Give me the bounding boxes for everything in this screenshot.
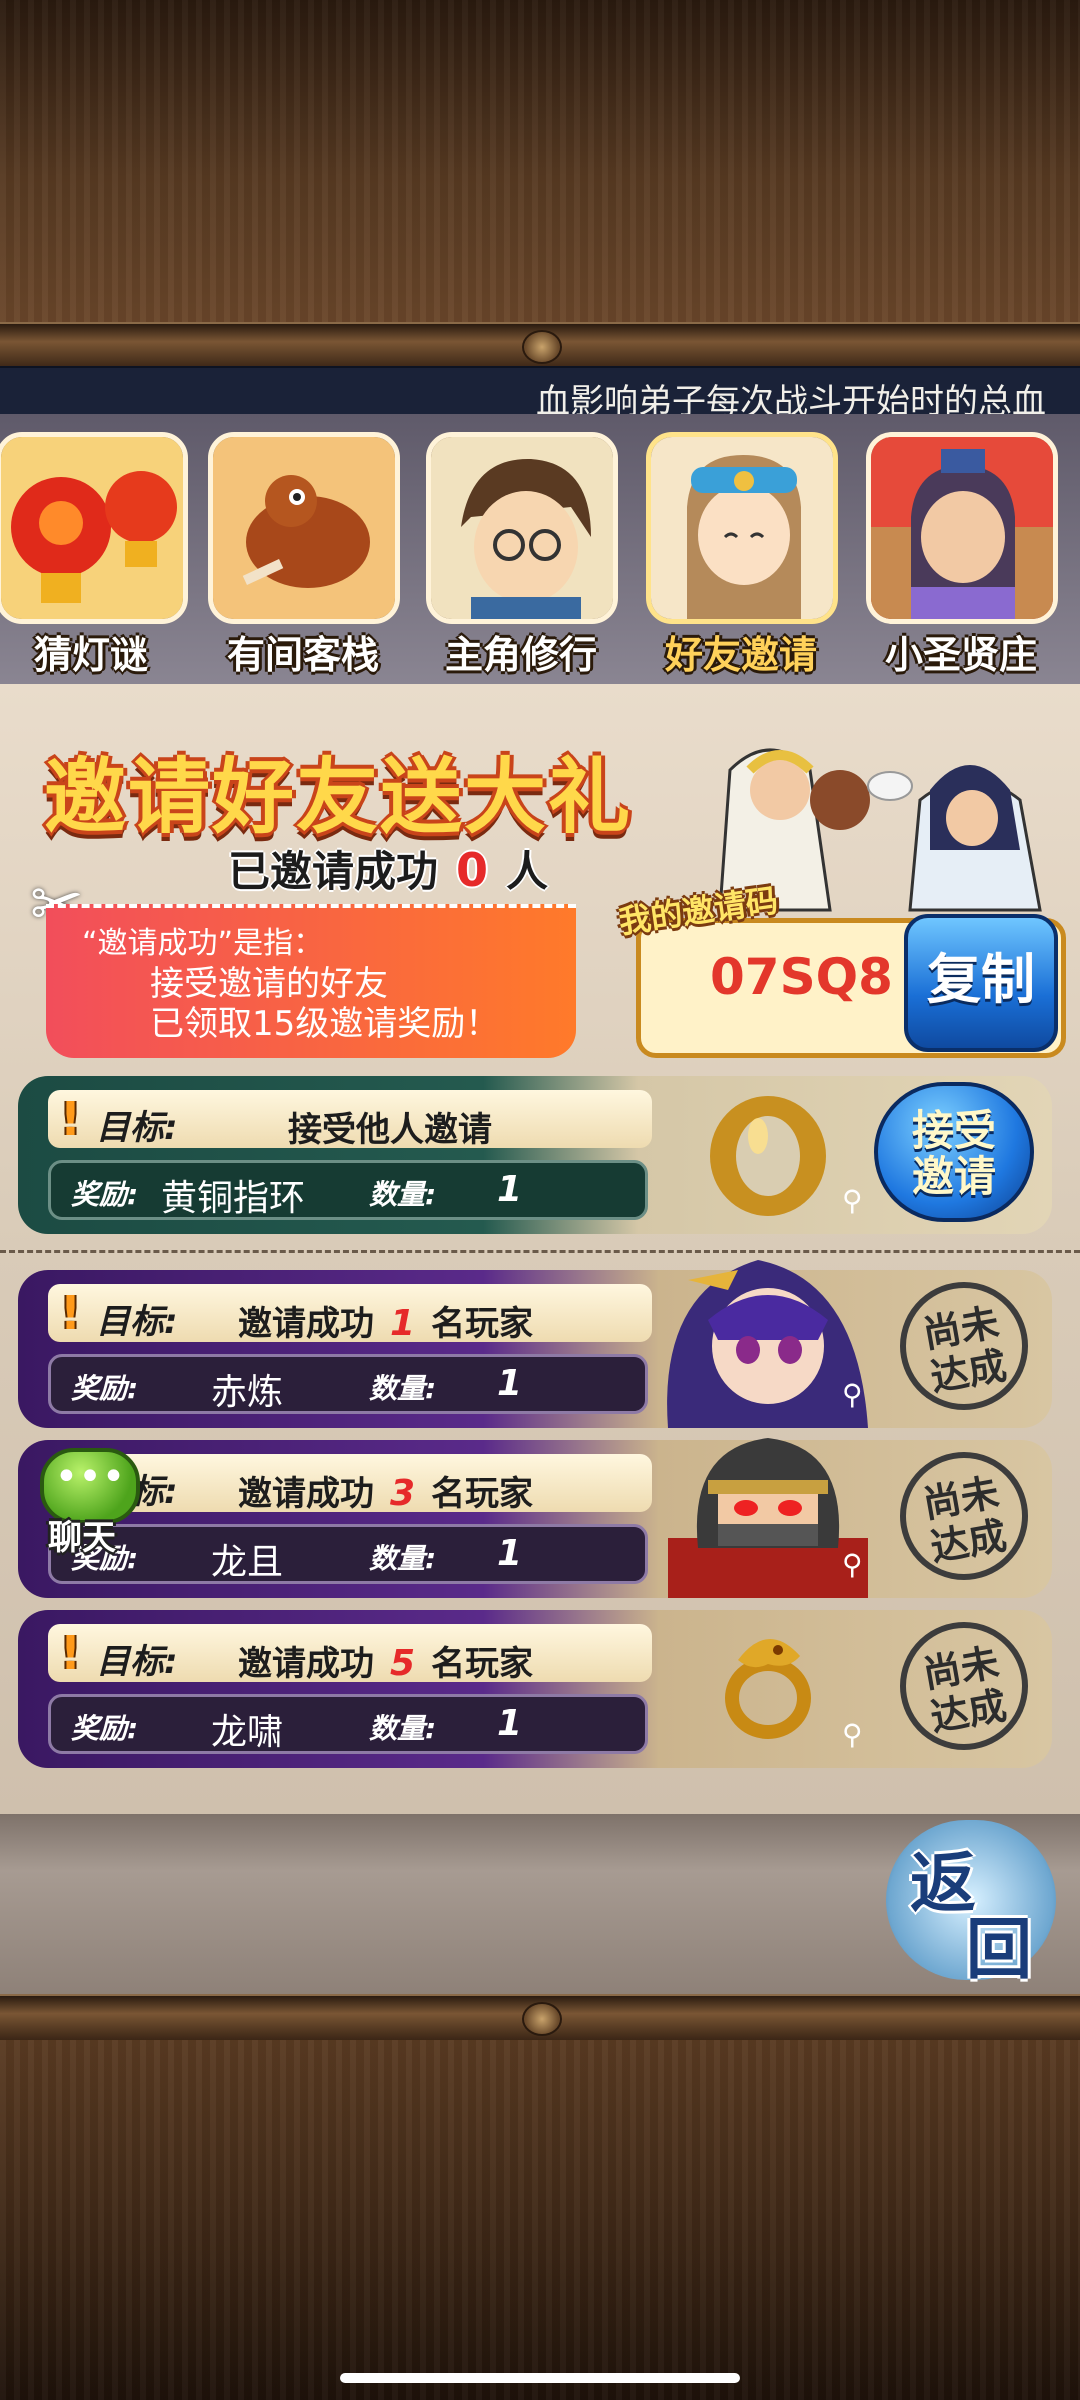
tab-hero-training[interactable]: 主角修行 <box>426 432 618 677</box>
goal-prefix: 邀请成功 <box>238 1304 374 1344</box>
goal-text: 接受他人邀请 <box>288 1110 492 1150</box>
reward-label: 奖励: <box>71 1178 139 1211</box>
reward-label: 奖励: <box>71 1712 139 1745</box>
lantern-icon <box>0 432 188 624</box>
back-button[interactable]: 返 回 <box>866 1800 1066 1990</box>
invite-code-value: 07SQ8 <box>710 948 893 1006</box>
note-line-2: 接受邀请的好友 <box>150 964 388 1004</box>
tab-label: 主角修行 <box>444 633 597 677</box>
rail-knob <box>522 330 562 364</box>
tab-label: 猜灯谜 <box>33 633 148 677</box>
scholar-portrait-icon <box>866 432 1058 624</box>
home-indicator[interactable] <box>340 2373 740 2383</box>
reward-item-name: 龙啸 <box>211 1712 284 1753</box>
quantity-label: 数量: <box>369 1542 437 1575</box>
goal-text: 邀请成功 3 名玩家 <box>238 1466 533 1515</box>
quantity-label: 数量: <box>369 1712 437 1745</box>
magnifier-icon[interactable]: ⚲ <box>842 1718 863 1751</box>
quantity-label: 数量: <box>369 1372 437 1405</box>
success-suffix: 人 <box>506 847 549 896</box>
tab-lantern-riddle[interactable]: 猜灯谜 <box>0 432 188 677</box>
not-achieved-stamp: 尚未 达成 <box>889 1611 1039 1761</box>
goal-prefix: 邀请成功 <box>238 1644 374 1684</box>
task-row-invite-3: ! 目标: 邀请成功3名玩家 奖励: 龙且 数量: 1 ⚲ 尚未 达成 <box>18 1438 1052 1598</box>
goal-count: 1 <box>390 1303 416 1344</box>
exclamation-icon: ! <box>60 1626 81 1680</box>
quantity-value: 1 <box>497 1363 523 1404</box>
section-divider <box>0 1250 1080 1253</box>
brass-ring-icon[interactable] <box>698 1086 838 1230</box>
task-row-accept-invite: ! 目标: 接受他人邀请 奖励: 黄铜指环 数量: 1 ⚲ 接受 邀请 <box>18 1076 1052 1234</box>
reward-bar: 奖励: 赤炼 数量: 1 <box>48 1354 648 1414</box>
not-achieved-stamp: 尚未 达成 <box>889 1441 1039 1591</box>
dragon-ring-icon[interactable] <box>708 1620 828 1744</box>
hero-portrait-icon <box>426 432 618 624</box>
activity-tab-strip: 猜灯谜 有间客栈 主角修行 好友邀请 小圣贤庄 <box>0 414 1080 684</box>
goal-suffix: 名玩家 <box>431 1644 534 1684</box>
reward-bar: 奖励: 龙啸 数量: 1 <box>48 1694 648 1754</box>
success-prefix: 已邀请成功 <box>228 847 439 896</box>
wood-frame-top <box>0 0 1080 322</box>
marquee-text: 血影响弟子每次战斗开始时的总血 <box>536 382 1046 418</box>
quantity-value: 1 <box>497 1169 523 1210</box>
goal-label: 目标: <box>96 1108 178 1148</box>
invite-definition-note: “邀请成功”是指： 接受邀请的好友 已领取15级邀请奖励！ <box>46 904 576 1058</box>
task-row-invite-1: ! 目标: 邀请成功 1 名玩家 奖励: 赤炼 数量: 1 ⚲ 尚未 达成 <box>18 1260 1052 1428</box>
note-line-3: 已领取15级邀请奖励！ <box>150 1004 500 1044</box>
announcement-marquee: 血影响弟子每次战斗开始时的总血 <box>0 366 1080 418</box>
tab-label: 小圣贤庄 <box>884 633 1037 677</box>
tab-friend-invite[interactable]: 好友邀请 <box>646 432 838 677</box>
exclamation-icon: ! <box>60 1092 81 1146</box>
tab-label: 有间客栈 <box>226 633 379 677</box>
not-achieved-stamp: 尚未 达成 <box>889 1271 1039 1421</box>
goal-suffix: 名玩家 <box>431 1474 534 1514</box>
chat-button[interactable]: ••• 聊天 <box>6 1448 140 1558</box>
magnifier-icon[interactable]: ⚲ <box>842 1548 863 1581</box>
accept-invite-button[interactable]: 接受 邀请 <box>874 1082 1034 1222</box>
success-count-value: 0 <box>456 843 489 897</box>
goal-bar: ! 目标: 邀请成功 5 名玩家 <box>48 1624 652 1685</box>
goal-count: 3 <box>390 1473 416 1514</box>
goal-suffix: 名玩家 <box>431 1304 534 1344</box>
chat-label: 聊天 <box>48 1518 116 1558</box>
reward-item-name: 赤炼 <box>211 1372 284 1413</box>
magnifier-icon[interactable]: ⚲ <box>842 1378 863 1411</box>
back-label-2: 回 <box>966 1911 1032 1988</box>
quantity-value: 1 <box>497 1703 523 1744</box>
goal-count: 5 <box>390 1643 416 1684</box>
reward-bar: 奖励: 龙且 数量: 1 <box>48 1524 648 1584</box>
copy-code-button[interactable]: 复制 <box>904 914 1058 1052</box>
wood-frame-bottom <box>0 2040 1080 2400</box>
magnifier-icon[interactable]: ⚲ <box>842 1184 863 1217</box>
invite-headline: 邀请好友送大礼 <box>44 750 633 845</box>
accept-label-2: 邀请 <box>911 1152 996 1201</box>
goal-bar: ! 目标: 邀请成功 1 名玩家 <box>48 1284 652 1345</box>
roast-chicken-icon <box>208 432 400 624</box>
tab-inn[interactable]: 有间客栈 <box>208 432 400 677</box>
reward-item-name: 黄铜指环 <box>161 1178 306 1219</box>
frame-rail-top <box>0 322 1080 370</box>
goal-bar: ! 目标: 接受他人邀请 <box>48 1090 652 1150</box>
goal-label: 目标: <box>96 1642 178 1682</box>
goal-label: 目标: <box>96 1302 178 1342</box>
goal-text: 邀请成功 5 名玩家 <box>238 1636 533 1685</box>
reward-label: 奖励: <box>71 1372 139 1405</box>
note-line-1: “邀请成功”是指： <box>82 926 324 961</box>
accept-label-1: 接受 <box>911 1106 996 1155</box>
rail-knob <box>522 2002 562 2036</box>
quantity-value: 1 <box>497 1533 523 1574</box>
task-row-invite-5: ! 目标: 邀请成功 5 名玩家 奖励: 龙啸 数量: 1 ⚲ 尚未 达成 <box>18 1610 1052 1768</box>
tab-little-sage-manor[interactable]: 小圣贤庄 <box>866 432 1058 677</box>
goal-text: 邀请成功 1 名玩家 <box>238 1296 533 1345</box>
reward-item-name: 龙且 <box>211 1542 284 1583</box>
quantity-label: 数量: <box>369 1178 437 1211</box>
frame-rail-bottom <box>0 1994 1080 2042</box>
tab-label: 好友邀请 <box>664 633 817 677</box>
friend-invite-icon <box>646 432 838 624</box>
invite-success-count: 已邀请成功 0 人 <box>228 838 548 899</box>
goal-prefix: 邀请成功 <box>238 1474 374 1514</box>
exclamation-icon: ! <box>60 1286 81 1340</box>
reward-bar: 奖励: 黄铜指环 数量: 1 <box>48 1160 648 1220</box>
